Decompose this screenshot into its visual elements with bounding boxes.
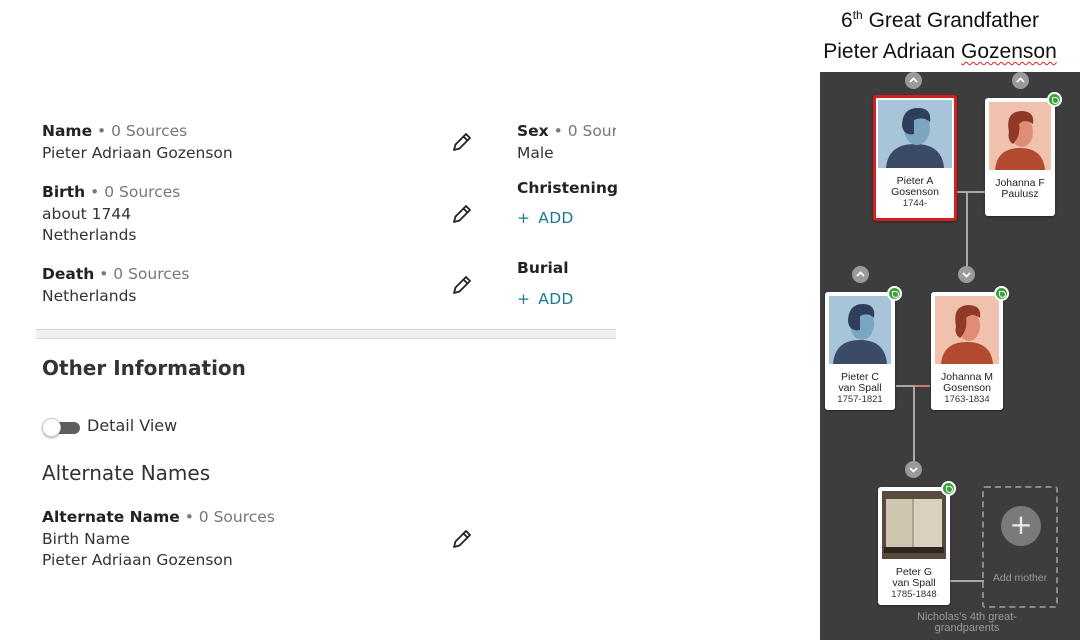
page: Name • 0 Sources Pieter Adriaan Gozenson…	[0, 0, 1080, 640]
parent-descent-line	[966, 192, 968, 270]
fact-birth-sources[interactable]: • 0 Sources	[90, 183, 180, 201]
collapse-chevron-down-icon[interactable]	[905, 461, 922, 478]
fact-name: Name • 0 Sources Pieter Adriaan Gozenson	[42, 121, 233, 164]
person-name: Johanna F Paulusz	[985, 178, 1055, 200]
leaf-hint-icon[interactable]	[994, 286, 1009, 301]
person-surname: van Spall	[838, 382, 882, 394]
person-surname: Paulusz	[1001, 188, 1039, 200]
fact-name-label: Name	[42, 122, 93, 140]
ancestor-first-names: Pieter Adriaan	[823, 40, 956, 63]
leaf-hint-icon[interactable]	[941, 481, 956, 496]
section-divider	[36, 329, 616, 339]
fact-birth: Birth • 0 Sources about 1744 Netherlands	[42, 182, 180, 247]
ancestor-name-line: Pieter Adriaan Gozenson	[800, 36, 1080, 67]
fact-birth-place: Netherlands	[42, 226, 137, 244]
person-name: Peter Gvan Spall 1785-1848	[878, 567, 950, 601]
add-mother-button[interactable]: + Add mother	[982, 486, 1058, 608]
generation-caption: Nicholas's 4th great-grandparents	[917, 611, 1017, 634]
plus-icon: +	[517, 209, 531, 227]
fact-death: Death • 0 Sources Netherlands	[42, 264, 189, 307]
alternate-name-label: Alternate Name	[42, 508, 180, 526]
female-silhouette-icon	[989, 102, 1051, 170]
female-silhouette-icon	[935, 296, 999, 364]
edit-death-pencil-icon[interactable]	[451, 274, 473, 296]
other-information-title: Other Information	[42, 356, 246, 380]
fact-burial-label: Burial	[517, 259, 569, 277]
alternate-names-title: Alternate Names	[42, 461, 211, 485]
fact-death-label: Death	[42, 265, 95, 283]
fact-death-place: Netherlands	[42, 286, 137, 305]
person-card[interactable]: Peter Gvan Spall 1785-1848	[878, 487, 950, 605]
expand-ancestors-chevron-up-icon[interactable]	[1012, 72, 1029, 89]
person-name: Pieter A Gosenson 1744-	[876, 176, 954, 210]
expand-ancestors-chevron-up-icon[interactable]	[905, 72, 922, 89]
couple-connector-line	[896, 385, 914, 387]
alternate-name-type: Birth Name	[42, 529, 130, 548]
person-photo	[882, 491, 946, 559]
alternate-name-sources[interactable]: • 0 Sources	[185, 508, 275, 526]
fact-name-sources[interactable]: • 0 Sources	[97, 122, 187, 140]
couple-connector-line	[950, 580, 984, 582]
relationship-ordinal-suffix: th	[852, 8, 863, 22]
person-years: 1763-1834	[944, 394, 990, 405]
detail-view-label: Detail View	[87, 416, 178, 435]
person-card[interactable]: Johanna M Gosenson 1763-1834	[931, 292, 1003, 410]
alternate-name-value: Pieter Adriaan Gozenson	[42, 551, 233, 569]
person-years: 1757-1821	[837, 394, 883, 405]
person-name: Johanna M Gosenson 1763-1834	[931, 372, 1003, 406]
expand-ancestors-chevron-up-icon[interactable]	[852, 266, 869, 283]
person-card[interactable]: Johanna F Paulusz	[985, 98, 1055, 216]
parent-descent-line	[913, 386, 915, 464]
add-christening-label: ADD	[538, 209, 574, 227]
fact-sex: Sex • 0 Sourc Male	[517, 121, 616, 164]
detail-view-toggle[interactable]	[42, 418, 80, 437]
male-silhouette-icon	[829, 296, 891, 364]
person-surname: Gosenson	[943, 382, 991, 394]
edit-alternate-name-pencil-icon[interactable]	[451, 528, 473, 550]
male-silhouette-icon	[878, 100, 952, 168]
person-card[interactable]: Pieter Cvan Spall 1757-1821	[825, 292, 895, 410]
plus-icon: +	[517, 290, 531, 308]
tree-header: 6th Great Grandfather Pieter Adriaan Goz…	[800, 0, 1080, 67]
fact-name-value: Pieter Adriaan Gozenson	[42, 143, 233, 162]
couple-connector-line	[914, 385, 930, 387]
fact-sex-sources[interactable]: • 0 Sourc	[554, 122, 616, 140]
edit-birth-pencil-icon[interactable]	[451, 203, 473, 225]
add-burial-button[interactable]: + ADD	[517, 290, 574, 308]
family-tree-panel: Pieter A Gosenson 1744- Johanna F Paulusz P…	[820, 72, 1080, 640]
fact-birth-label: Birth	[42, 183, 86, 201]
fact-alternate-name: Alternate Name • 0 Sources Birth Name Pi…	[42, 507, 275, 572]
person-years: 1744-	[902, 198, 928, 209]
relationship-text: Great Grandfather	[868, 9, 1039, 32]
relationship-ordinal: 6	[841, 9, 853, 32]
person-card-selected[interactable]: Pieter A Gosenson 1744-	[873, 95, 957, 221]
add-burial-label: ADD	[538, 290, 574, 308]
person-name: Pieter Cvan Spall 1757-1821	[825, 372, 895, 406]
fact-sex-label: Sex	[517, 122, 549, 140]
add-mother-label: Add mother	[992, 572, 1048, 584]
fact-sex-value: Male	[517, 143, 554, 162]
person-years: 1785-1848	[891, 589, 937, 600]
couple-connector-line	[956, 191, 986, 193]
toggle-knob	[42, 418, 61, 437]
relationship-line: 6th Great Grandfather	[800, 0, 1080, 36]
ancestor-last-name: Gozenson	[961, 40, 1057, 63]
add-christening-button[interactable]: + ADD	[517, 209, 574, 227]
fact-death-sources[interactable]: • 0 Sources	[99, 265, 189, 283]
plus-icon: +	[1001, 506, 1041, 546]
fact-birth-date: about 1744	[42, 204, 132, 223]
person-surname: Gosenson	[891, 186, 939, 198]
leaf-hint-icon[interactable]	[887, 286, 902, 301]
fact-burial: Burial	[517, 258, 569, 280]
edit-name-pencil-icon[interactable]	[451, 131, 473, 153]
fact-christening: Christening	[517, 178, 618, 200]
collapse-chevron-down-icon[interactable]	[958, 266, 975, 283]
leaf-hint-icon[interactable]	[1047, 92, 1062, 107]
person-surname: van Spall	[892, 577, 936, 589]
fact-christening-label: Christening	[517, 179, 618, 197]
